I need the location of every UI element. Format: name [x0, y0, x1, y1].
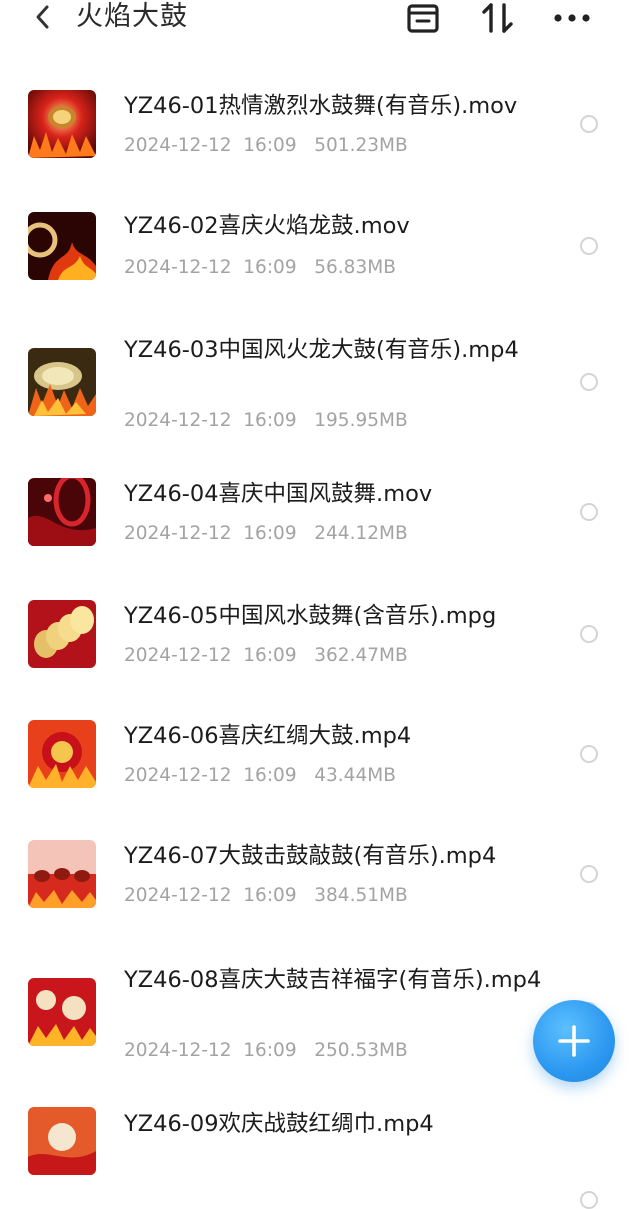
file-meta: 2024-12-12 16:09 43.44MB: [124, 764, 396, 788]
select-radio[interactable]: [580, 865, 598, 883]
plus-icon: [558, 1025, 590, 1057]
file-time: 16:09: [243, 257, 297, 278]
more-icon: [554, 14, 590, 22]
file-meta: 2024-12-12 16:09 250.53MB: [124, 1039, 408, 1063]
file-date: 2024-12-12: [124, 765, 232, 786]
file-size: 384.51MB: [314, 885, 408, 906]
file-meta: 2024-12-12 16:09 384.51MB: [124, 884, 408, 908]
file-name: YZ46-07大鼓击鼓敲鼓(有音乐).mp4: [124, 843, 497, 869]
file-name: YZ46-02喜庆火焰龙鼓.mov: [124, 213, 410, 239]
back-button[interactable]: [28, 2, 58, 32]
select-radio[interactable]: [580, 1191, 598, 1209]
add-button[interactable]: [533, 1000, 615, 1082]
file-date: 2024-12-12: [124, 135, 232, 156]
file-meta: 2024-12-12 16:09 362.47MB: [124, 644, 408, 668]
more-button[interactable]: [552, 2, 592, 34]
video-thumbnail: [28, 348, 96, 416]
file-name: YZ46-04喜庆中国风鼓舞.mov: [124, 481, 433, 507]
file-date: 2024-12-12: [124, 645, 232, 666]
file-name: YZ46-05中国风水鼓舞(含音乐).mpg: [124, 603, 497, 629]
file-size: 195.95MB: [314, 410, 408, 431]
select-radio[interactable]: [580, 115, 598, 133]
video-thumbnail: [28, 212, 96, 280]
file-name: YZ46-06喜庆红绸大鼓.mp4: [124, 723, 412, 749]
select-radio[interactable]: [580, 625, 598, 643]
file-date: 2024-12-12: [124, 1040, 232, 1061]
video-thumbnail: [28, 720, 96, 788]
file-time: 16:09: [243, 885, 297, 906]
file-meta: 2024-12-12 16:09 501.23MB: [124, 134, 408, 158]
video-thumbnail: [28, 978, 96, 1046]
select-radio[interactable]: [580, 237, 598, 255]
file-size: 56.83MB: [314, 257, 396, 278]
file-size: 501.23MB: [314, 135, 408, 156]
file-name: YZ46-09欢庆战鼓红绸巾.mp4: [124, 1111, 434, 1137]
file-meta: 2024-12-12 16:09 56.83MB: [124, 256, 396, 280]
chevron-left-icon: [36, 5, 49, 29]
file-meta: 2024-12-12 16:09 195.95MB: [124, 409, 408, 433]
file-time: 16:09: [243, 765, 297, 786]
file-time: 16:09: [243, 1040, 297, 1061]
file-date: 2024-12-12: [124, 523, 232, 544]
file-time: 16:09: [243, 410, 297, 431]
select-all-icon: [407, 4, 439, 33]
file-size: 362.47MB: [314, 645, 408, 666]
sort-icon: [482, 3, 513, 33]
file-size: 244.12MB: [314, 523, 408, 544]
file-time: 16:09: [243, 135, 297, 156]
file-size: 250.53MB: [314, 1040, 408, 1061]
file-date: 2024-12-12: [124, 257, 232, 278]
file-time: 16:09: [243, 645, 297, 666]
select-all-button[interactable]: [406, 2, 440, 34]
video-thumbnail: [28, 90, 96, 158]
video-thumbnail: [28, 478, 96, 546]
page-title: 火焰大鼓: [76, 1, 188, 32]
file-date: 2024-12-12: [124, 410, 232, 431]
sort-button[interactable]: [480, 2, 516, 34]
file-name: YZ46-03中国风火龙大鼓(有音乐).mp4: [124, 337, 519, 363]
video-thumbnail: [28, 1107, 96, 1175]
file-size: 43.44MB: [314, 765, 396, 786]
file-name: YZ46-01热情激烈水鼓舞(有音乐).mov: [124, 93, 518, 119]
select-radio[interactable]: [580, 373, 598, 391]
file-time: 16:09: [243, 523, 297, 544]
video-thumbnail: [28, 600, 96, 668]
video-thumbnail: [28, 840, 96, 908]
file-meta: 2024-12-12 16:09 244.12MB: [124, 522, 408, 546]
file-name: YZ46-08喜庆大鼓吉祥福字(有音乐).mp4: [124, 967, 542, 993]
select-radio[interactable]: [580, 503, 598, 521]
select-radio[interactable]: [580, 745, 598, 763]
top-bar: 火焰大鼓: [0, 0, 640, 36]
file-date: 2024-12-12: [124, 885, 232, 906]
